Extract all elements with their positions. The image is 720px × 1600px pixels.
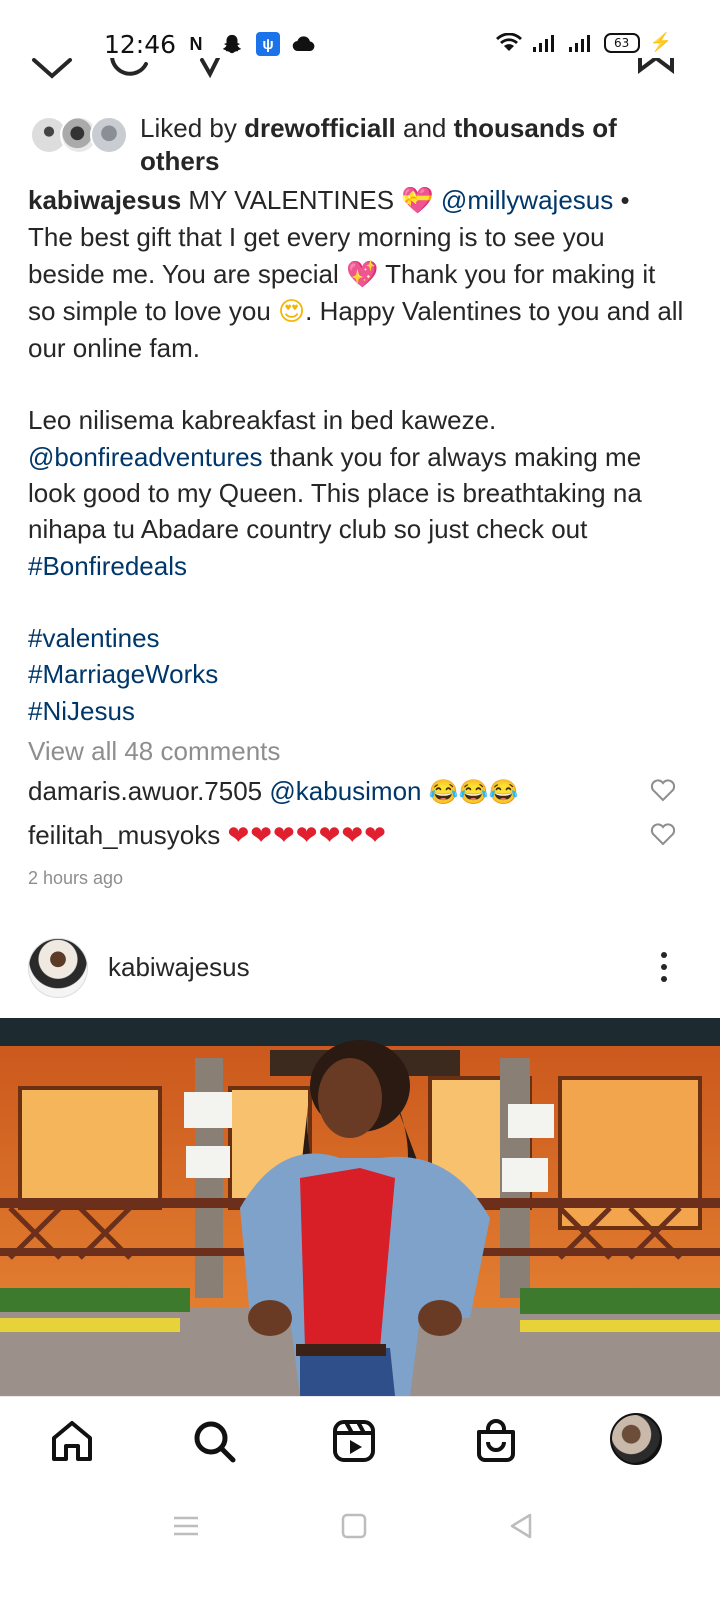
caption-text: Leo nilisema kabreakfast in bed kaweze. [28,405,497,436]
red-heart-emoji: ❤❤❤❤❤❤❤ [227,820,387,850]
mention-link[interactable]: @millywajesus [441,185,613,215]
view-all-comments-link[interactable]: View all 48 comments [28,736,280,767]
comment: damaris.awuor.7505 @kabusimon 😂😂😂 [28,776,668,807]
post-image[interactable] [0,1018,720,1396]
reels-icon[interactable] [330,1417,378,1465]
post-username[interactable]: kabiwajesus [108,952,250,983]
post-header: kabiwajesus [0,930,720,1006]
mention-link[interactable]: @kabusimon [269,776,421,806]
status-bar: 12:46 N ψ 63 ⚡ [0,0,720,60]
liker-username[interactable]: drewofficiall [244,113,396,143]
comment-icon[interactable] [106,58,154,86]
hashtag-link[interactable]: #Bonfiredeals [28,551,187,581]
more-options-icon[interactable] [654,948,674,988]
profile-avatar-icon[interactable] [610,1413,662,1465]
system-status-icons: 63 ⚡ [495,32,672,53]
comment-username[interactable]: damaris.awuor.7505 [28,776,262,806]
cloud-icon [292,32,316,56]
post-caption: kabiwajesus MY VALENTINES 💝 @millywajesu… [28,182,688,729]
home-square-icon[interactable] [340,1512,368,1540]
signal-icon [568,34,590,52]
avatar[interactable] [28,938,88,998]
home-icon[interactable] [48,1417,96,1465]
hashtag-link[interactable]: #NiJesus [28,696,135,726]
likes-middle: and [395,113,454,143]
laughing-emoji: 😂😂😂 [428,779,519,806]
comment-heart-icon[interactable] [650,822,676,846]
back-icon[interactable] [508,1512,536,1540]
post-action-row [0,58,720,94]
liker-avatars [28,116,128,156]
post-photo [0,1018,720,1396]
signal-icon [532,34,554,52]
gift-heart-emoji: 💝 [401,186,434,216]
snapchat-icon [220,32,244,56]
sparkling-heart-emoji: 💖 [346,259,379,290]
comment-heart-icon[interactable] [650,778,676,802]
search-icon[interactable] [190,1417,238,1465]
hashtag-link[interactable]: #MarriageWorks [28,659,218,689]
post-timestamp: 2 hours ago [28,868,124,888]
status-time: 12:46 [104,30,177,59]
caption-text: MY VALENTINES [181,185,402,215]
caption-bullet: • [613,185,630,215]
charging-icon: ⚡ [649,32,672,52]
likes-summary[interactable]: Liked by drewofficiall and thousands of … [28,112,688,178]
hashtag-link[interactable]: #valentines [28,623,160,653]
notification-icons: N ψ [184,32,316,56]
comment-username[interactable]: feilitah_musyoks [28,820,220,850]
mention-link[interactable]: @bonfireadventures [28,442,263,472]
shop-icon[interactable] [472,1417,520,1465]
bottom-navigation [0,1396,720,1486]
likes-text: Liked by drewofficiall and thousands of … [140,112,688,178]
battery-icon: 63 [603,32,640,53]
avatar [90,116,128,154]
wifi-icon [495,32,522,51]
share-icon[interactable] [196,58,226,84]
caption-username[interactable]: kabiwajesus [28,185,181,215]
menu-icon[interactable] [172,1512,200,1540]
netflix-icon: N [189,33,203,54]
heart-icon[interactable] [30,58,74,86]
bookmark-icon[interactable] [636,58,676,84]
comment: feilitah_musyoks ❤❤❤❤❤❤❤ [28,820,668,851]
usb-icon: ψ [256,32,280,56]
heart-eyes-emoji: 😍 [278,296,306,327]
system-navigation-bar [0,1486,720,1600]
likes-prefix: Liked by [140,113,245,143]
